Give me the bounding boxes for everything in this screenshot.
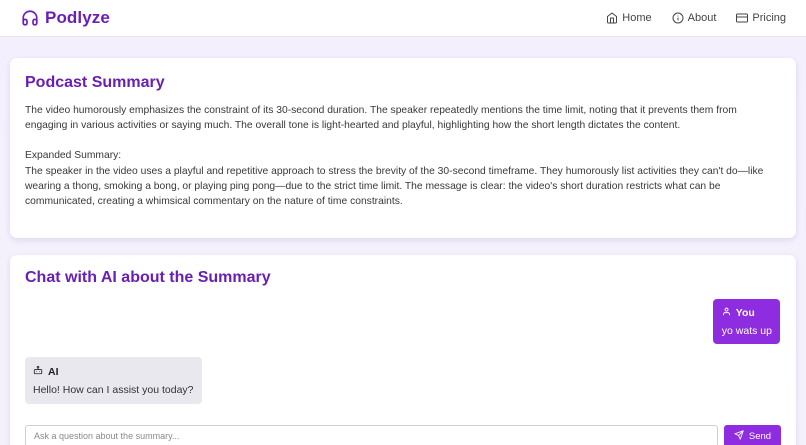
send-button[interactable]: Send <box>724 425 781 445</box>
user-sender: You <box>735 307 755 319</box>
brand[interactable]: Podlyze <box>21 8 110 28</box>
top-navbar: Podlyze Home About Pricing <box>0 0 806 37</box>
chat-input-row: Send <box>25 425 781 445</box>
nav-home-label: Home <box>622 12 652 24</box>
chat-title: Chat with AI about the Summary <box>25 269 271 286</box>
ai-message-header: AI <box>33 365 194 378</box>
ai-message: AI Hello! How can I assist you today? <box>25 357 202 404</box>
brand-name: Podlyze <box>45 8 110 27</box>
user-message-header: You <box>722 307 772 319</box>
user-message: You yo wats up <box>712 299 780 344</box>
chat-question-input[interactable] <box>25 425 718 445</box>
summary-paragraph: The video humorously emphasizes the cons… <box>25 105 737 132</box>
expanded-summary-text: The speaker in the video uses a playful … <box>25 165 764 208</box>
home-icon <box>606 12 618 24</box>
user-message-text: yo wats up <box>721 325 772 337</box>
send-icon <box>734 429 744 443</box>
summary-card: Podcast Summary The video humorously emp… <box>10 58 796 238</box>
expanded-summary-label: Expanded Summary: <box>25 150 122 162</box>
user-icon <box>722 307 731 319</box>
send-label: Send <box>748 430 772 442</box>
summary-title: Podcast Summary <box>25 74 165 91</box>
nav-home-link[interactable]: Home <box>606 12 652 24</box>
nav-pricing-link[interactable]: Pricing <box>736 12 786 24</box>
ai-message-text: Hello! How can I assist you today? <box>33 384 194 396</box>
nav-about-link[interactable]: About <box>672 12 717 24</box>
credit-card-icon <box>736 12 749 24</box>
nav-about-label: About <box>687 12 717 24</box>
headphones-icon <box>21 9 39 27</box>
nav-links: Home About Pricing <box>606 12 786 24</box>
expanded-summary: Expanded Summary: The speaker in the vid… <box>25 148 781 209</box>
ai-sender: AI <box>48 365 59 378</box>
chat-card: Chat with AI about the Summary You yo wa… <box>10 255 796 445</box>
info-icon <box>672 12 684 24</box>
robot-icon <box>33 365 43 378</box>
summary-content: The video humorously emphasizes the cons… <box>25 103 781 209</box>
nav-pricing-label: Pricing <box>752 12 786 24</box>
